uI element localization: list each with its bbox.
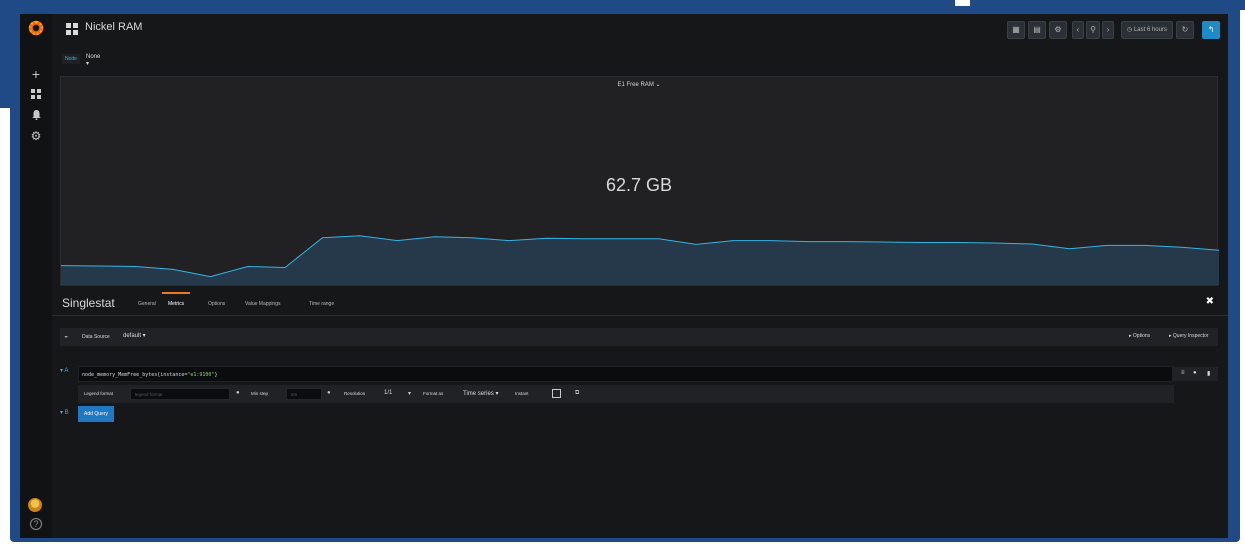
min-step-label: Min step — [251, 391, 269, 396]
avatar[interactable] — [28, 498, 42, 512]
settings-icon[interactable]: ⚙ — [1049, 21, 1067, 39]
back-to-dashboard-icon[interactable]: ↰ — [1202, 21, 1220, 39]
add-query-button[interactable]: Add Query — [78, 406, 114, 422]
plus-icon[interactable]: + — [28, 66, 44, 82]
time-back-icon[interactable]: ‹ — [1072, 21, 1084, 39]
query-letter[interactable]: ▾ A — [60, 367, 76, 374]
resolution-label: Resolution — [344, 391, 366, 396]
help-icon[interactable]: ? — [30, 518, 42, 530]
dashboards-icon[interactable] — [28, 86, 44, 102]
menu-icon[interactable]: ≡ — [1181, 370, 1185, 376]
tab-options[interactable]: Options — [208, 301, 225, 307]
dashboard-title[interactable]: Nickel RAM — [85, 21, 142, 33]
time-picker[interactable]: ◷ Last 6 hours — [1121, 21, 1173, 39]
close-editor-button[interactable]: ✖ — [1206, 296, 1214, 307]
sparkline — [61, 235, 1219, 285]
query-expr-string: "e1:9100" — [187, 372, 215, 378]
instant-checkbox[interactable] — [552, 389, 561, 398]
tab-metrics[interactable]: Metrics — [161, 292, 191, 307]
legend-format-label: Legend format — [84, 391, 114, 396]
database-icon: ◒ — [64, 333, 69, 340]
add-panel-icon[interactable]: ▦ — [1007, 21, 1025, 39]
sparkline-fill — [61, 235, 1219, 285]
instant-label: Instant — [515, 391, 529, 396]
info-icon[interactable]: ● — [236, 390, 240, 396]
external-link-icon[interactable]: ⧉ — [575, 390, 579, 397]
grafana-logo-icon[interactable] — [27, 19, 45, 37]
variable-dropdown[interactable]: None ▾ — [86, 54, 100, 67]
datasource-select[interactable]: default ▾ — [123, 332, 146, 339]
resolution-select[interactable]: 1/1 — [384, 390, 392, 396]
save-icon[interactable]: ▤ — [1028, 21, 1046, 39]
datasource-label: Data Source — [82, 334, 110, 340]
tab-general[interactable]: General — [138, 301, 156, 307]
panel-editor-tabs: Singlestat General Metrics Options Value… — [52, 292, 1228, 316]
caret-down-icon: ▾ — [408, 391, 412, 397]
tab-time-range[interactable]: Time range — [309, 301, 334, 307]
query-expr-prefix: node_memory_MemFree_bytes{instance= — [82, 372, 188, 378]
eye-icon[interactable]: ● — [1193, 370, 1197, 376]
singlestat-panel: E1 Free RAM ⌄ 62.7 GB — [60, 76, 1219, 286]
zoom-out-icon[interactable]: ⚲ — [1086, 21, 1100, 39]
format-as-label: Format as — [423, 391, 444, 396]
min-step-input[interactable]: 5m — [286, 388, 322, 400]
tab-value-mappings[interactable]: Value Mappings — [245, 301, 281, 307]
query-row: ▾ A node_memory_MemFree_bytes{instance="… — [60, 366, 1218, 382]
query-options-row: Legend format legend format ● Min step 5… — [78, 385, 1174, 403]
format-as-select[interactable]: Time series ▾ — [463, 390, 498, 397]
stat-value: 62.7 GB — [605, 175, 673, 195]
panel-type-title: Singlestat — [62, 296, 115, 310]
query-expr-suffix: } — [214, 372, 218, 378]
dashboard-grid-icon — [66, 23, 78, 35]
clock-icon: ◷ — [1127, 27, 1133, 33]
datasource-row: ◒ Data Source default ▾ ▸ Options ▸ Quer… — [60, 328, 1218, 346]
query-letter-b: ▾ B — [60, 410, 69, 416]
info-icon[interactable]: ● — [327, 390, 331, 396]
variable-label: Node — [62, 54, 80, 64]
gear-icon[interactable]: ⚙ — [28, 128, 44, 144]
time-range-label: Last 6 hours — [1133, 27, 1167, 33]
query-expression-input[interactable]: node_memory_MemFree_bytes{instance="e1:9… — [78, 366, 1173, 382]
panel-title[interactable]: E1 Free RAM ⌄ — [61, 81, 1217, 88]
options-toggle[interactable]: ▸ Options — [1129, 333, 1150, 339]
top-navbar: Nickel RAM ▦ ▤ ⚙ ‹ ⚲ › ◷ Last 6 hours ↻ … — [52, 14, 1228, 44]
time-forward-icon[interactable]: › — [1102, 21, 1114, 39]
legend-format-input[interactable]: legend format — [130, 388, 230, 400]
query-inspector-toggle[interactable]: ▸ Query Inspector — [1169, 333, 1208, 339]
bell-icon[interactable] — [28, 107, 44, 123]
refresh-icon[interactable]: ↻ — [1176, 21, 1194, 39]
query-actions: ≡ ● ▮ — [1173, 367, 1218, 381]
sidebar: + ⚙ ? — [20, 14, 52, 538]
trash-icon[interactable]: ▮ — [1207, 370, 1210, 377]
grafana-app: + ⚙ ? Nickel RAM ▦ ▤ ⚙ ‹ ⚲ › ◷ Last 6 ho… — [20, 14, 1228, 538]
